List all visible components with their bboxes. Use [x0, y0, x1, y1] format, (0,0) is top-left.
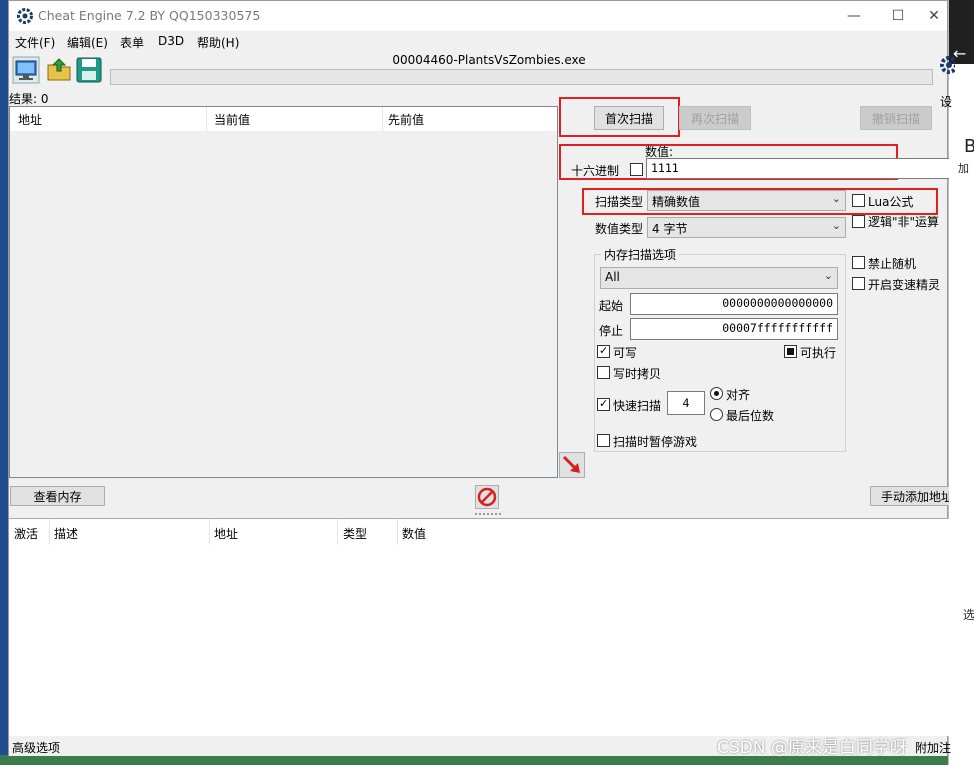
- watermark: CSDN @原来是白同学呀: [717, 738, 907, 758]
- side-fragment-add: 加: [958, 162, 969, 175]
- cheat-engine-window: Cheat Engine 7.2 BY QQ150330575 — ☐ ✕ 文件…: [8, 0, 955, 756]
- chevron-down-icon: ⌄: [831, 192, 841, 205]
- column-separator: [49, 519, 50, 545]
- column-previous-value[interactable]: 先前值: [388, 111, 424, 128]
- writable-checkbox[interactable]: [597, 344, 610, 358]
- start-address-label: 起始: [599, 299, 624, 313]
- value-type-label: 数值类型: [595, 222, 644, 236]
- chevron-down-icon: ⌄: [823, 269, 833, 282]
- start-address-input[interactable]: 0000000000000000: [630, 293, 838, 315]
- append-table-link[interactable]: 附加注: [915, 739, 951, 756]
- column-separator: [206, 107, 207, 131]
- speedhack-checkbox[interactable]: [852, 277, 865, 290]
- undo-scan-button[interactable]: 撤销扫描: [860, 106, 932, 130]
- column-type[interactable]: 类型: [343, 525, 367, 542]
- stop-icon[interactable]: [475, 485, 499, 509]
- side-fragment-b: B: [964, 136, 974, 157]
- minimize-button[interactable]: —: [831, 1, 877, 31]
- column-current-value[interactable]: 当前值: [214, 111, 250, 128]
- hex-checkbox[interactable]: [630, 163, 643, 176]
- column-address[interactable]: 地址: [18, 111, 42, 128]
- add-to-list-button[interactable]: [559, 452, 585, 478]
- writable-label: 可写: [613, 346, 638, 360]
- pause-game-checkbox[interactable]: [597, 434, 610, 447]
- splitter-handle[interactable]: [475, 513, 501, 516]
- menu-table[interactable]: 表单: [120, 34, 144, 51]
- column-address[interactable]: 地址: [214, 525, 238, 542]
- red-arrow-icon: [562, 455, 580, 473]
- column-description[interactable]: 描述: [54, 525, 78, 542]
- column-separator: [209, 519, 210, 545]
- copy-on-write-label: 写时拷贝: [613, 367, 662, 381]
- stop-address-label: 停止: [599, 324, 624, 338]
- first-scan-button[interactable]: 首次扫描: [594, 106, 664, 130]
- open-file-icon[interactable]: [45, 56, 73, 84]
- not-logic-checkbox[interactable]: [852, 215, 865, 228]
- select-process-icon[interactable]: [12, 56, 40, 84]
- column-value[interactable]: 数值: [402, 525, 426, 542]
- cheat-engine-logo-icon: [17, 8, 33, 24]
- column-separator: [397, 519, 398, 545]
- window-title: Cheat Engine 7.2 BY QQ150330575: [38, 8, 261, 23]
- scan-progress-bar: [110, 69, 933, 85]
- value-type-value: 4 字节: [652, 222, 688, 236]
- column-separator: [382, 107, 383, 131]
- menu-bar: 文件(F) 编辑(E) 表单 D3D 帮助(H): [9, 31, 947, 51]
- menu-d3d[interactable]: D3D: [158, 34, 184, 48]
- alignment-radio[interactable]: [710, 387, 723, 400]
- settings-gear-icon[interactable]: [937, 53, 955, 83]
- scan-type-select[interactable]: 精确数值 ⌄: [647, 190, 846, 211]
- stop-address-input[interactable]: 00007fffffffffff: [630, 318, 838, 340]
- menu-edit[interactable]: 编辑(E): [67, 34, 108, 51]
- next-scan-button[interactable]: 再次扫描: [679, 106, 751, 130]
- pause-game-label: 扫描时暂停游戏: [613, 435, 698, 449]
- fast-scan-label: 快速扫描: [613, 399, 662, 413]
- last-digits-label: 最后位数: [726, 409, 775, 423]
- scan-type-value: 精确数值: [652, 195, 701, 209]
- results-list[interactable]: 地址 当前值 先前值: [9, 106, 558, 478]
- executable-label: 可执行: [800, 346, 837, 360]
- hex-label: 十六进制: [571, 164, 620, 178]
- menu-help[interactable]: 帮助(H): [197, 34, 239, 51]
- background-window-right: ← B 加 选: [948, 0, 974, 765]
- save-file-icon[interactable]: [75, 56, 103, 84]
- value-input[interactable]: 1111: [646, 158, 949, 179]
- lua-formula-checkbox[interactable]: [852, 194, 865, 207]
- close-button[interactable]: ✕: [920, 1, 948, 31]
- results-header: 地址 当前值 先前值: [10, 107, 557, 131]
- disable-random-checkbox[interactable]: [852, 256, 865, 269]
- settings-label: 设: [940, 95, 953, 109]
- advanced-options-link[interactable]: 高级选项: [12, 739, 60, 756]
- chevron-down-icon: ⌄: [831, 219, 841, 232]
- speedhack-label: 开启变速精灵: [868, 278, 941, 292]
- results-count: 结果: 0: [9, 92, 49, 106]
- column-active[interactable]: 激活: [14, 525, 38, 542]
- add-address-manually-button[interactable]: 手动添加地址: [870, 486, 949, 506]
- copy-on-write-checkbox[interactable]: [597, 366, 610, 379]
- address-list[interactable]: 激活 描述 地址 类型 数值: [9, 518, 949, 736]
- not-logic-label: 逻辑"非"运算: [868, 215, 940, 229]
- scan-type-label: 扫描类型: [595, 195, 644, 209]
- side-fragment-select: 选: [963, 608, 974, 622]
- menu-file[interactable]: 文件(F): [15, 34, 55, 51]
- value-type-select[interactable]: 4 字节 ⌄: [647, 217, 846, 238]
- disable-random-label: 禁止随机: [868, 257, 917, 271]
- view-memory-button[interactable]: 查看内存: [10, 486, 105, 506]
- alignment-label: 对齐: [726, 388, 751, 402]
- desktop-background-left: [0, 0, 8, 765]
- maximize-button[interactable]: ☐: [875, 1, 921, 31]
- title-bar: Cheat Engine 7.2 BY QQ150330575 — ☐ ✕: [9, 1, 947, 31]
- memory-region-select[interactable]: All ⌄: [600, 267, 838, 289]
- back-arrow-icon: ←: [953, 44, 967, 63]
- fast-scan-checkbox[interactable]: [597, 397, 610, 411]
- fast-scan-input[interactable]: 4: [667, 391, 705, 415]
- column-separator: [337, 519, 338, 545]
- memory-region-value: All: [605, 270, 620, 284]
- memory-scan-options-title: 内存扫描选项: [601, 246, 680, 263]
- process-name: 00004460-PlantsVsZombies.exe: [392, 53, 586, 67]
- lua-formula-label: Lua公式: [868, 195, 914, 209]
- last-digits-radio[interactable]: [710, 408, 723, 421]
- executable-checkbox[interactable]: [784, 345, 797, 358]
